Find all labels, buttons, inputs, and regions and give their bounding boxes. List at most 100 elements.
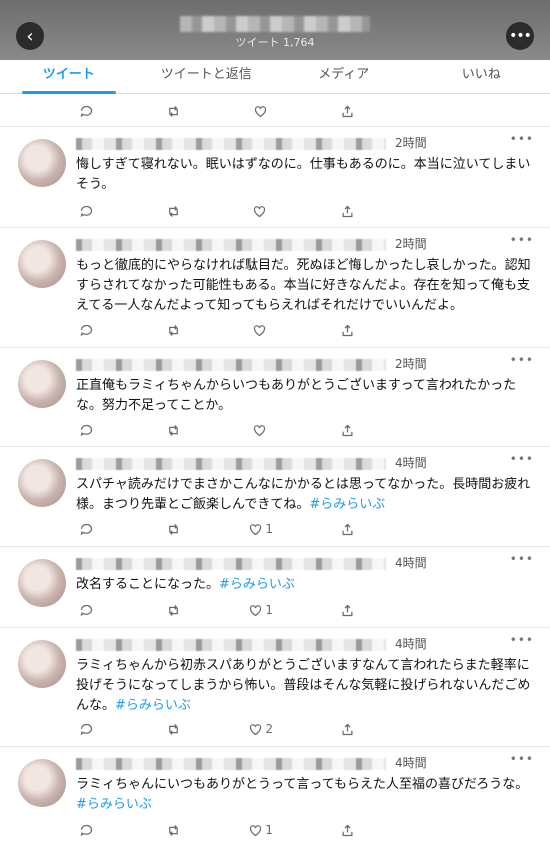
retweet-button[interactable] [159, 719, 187, 739]
retweet-button[interactable] [159, 820, 187, 840]
avatar[interactable] [18, 559, 66, 607]
share-button[interactable] [334, 101, 362, 121]
reply-icon [79, 323, 94, 338]
reply-button[interactable] [72, 719, 100, 739]
author-name-blurred [76, 359, 386, 371]
author-name-blurred [76, 639, 386, 651]
more-button[interactable]: ••• [506, 22, 534, 50]
like-button[interactable] [247, 420, 275, 440]
tab-tweets[interactable]: ツイート [0, 60, 138, 93]
profile-name-blurred [180, 16, 370, 32]
tweet-menu-icon[interactable]: ••• [510, 452, 534, 466]
share-icon [340, 423, 355, 438]
like-count: 1 [265, 603, 273, 617]
retweet-button[interactable] [159, 420, 187, 440]
retweet-icon [166, 522, 181, 537]
author-name-blurred [76, 138, 386, 150]
like-count: 2 [265, 722, 273, 736]
share-button[interactable] [334, 719, 362, 739]
share-icon [340, 522, 355, 537]
tweet-item[interactable]: 4時間 ••• ラミィちゃんにいつもありがとうって言ってもらえた人至福の喜びだろ… [0, 746, 550, 846]
share-button[interactable] [334, 320, 362, 340]
reply-icon [79, 204, 94, 219]
tweet-time: 4時間 [395, 454, 427, 471]
share-button[interactable] [334, 820, 362, 840]
retweet-icon [166, 722, 181, 737]
tweet-count: ツイート 1,764 [0, 34, 550, 50]
share-button[interactable] [334, 201, 362, 221]
avatar[interactable] [18, 640, 66, 688]
like-button[interactable]: 1 [247, 820, 275, 840]
reply-button[interactable] [72, 320, 100, 340]
share-button[interactable] [334, 600, 362, 620]
hashtag-link[interactable]: #らみらいぶ [219, 577, 295, 592]
retweet-button[interactable] [159, 101, 187, 121]
tweet-menu-icon[interactable]: ••• [510, 633, 534, 647]
avatar[interactable] [18, 360, 66, 408]
tab-media[interactable]: メディア [275, 60, 413, 93]
hashtag-link[interactable]: #らみらいぶ [309, 497, 385, 512]
avatar[interactable] [18, 759, 66, 807]
retweet-icon [166, 423, 181, 438]
tab-tweets-and-replies[interactable]: ツイートと返信 [138, 60, 276, 93]
tweet-item[interactable]: 4時間 ••• ラミィちゃんから初赤スパありがとうございますなんて言われたらまた… [0, 627, 550, 746]
author-name-blurred [76, 758, 386, 770]
heart-icon [253, 104, 268, 119]
share-icon [340, 204, 355, 219]
like-button[interactable]: 1 [247, 519, 275, 539]
tweet-time: 4時間 [395, 754, 427, 771]
hashtag-link[interactable]: #らみらいぶ [115, 698, 191, 713]
reply-button[interactable] [72, 600, 100, 620]
like-button[interactable] [247, 101, 275, 121]
like-button[interactable]: 1 [247, 600, 275, 620]
share-button[interactable] [334, 420, 362, 440]
reply-button[interactable] [72, 420, 100, 440]
retweet-button[interactable] [159, 600, 187, 620]
avatar[interactable] [18, 139, 66, 187]
reply-icon [79, 823, 94, 838]
like-button[interactable] [247, 201, 275, 221]
like-button[interactable]: 2 [247, 719, 275, 739]
heart-icon [248, 722, 263, 737]
avatar[interactable] [18, 240, 66, 288]
tweet-menu-icon[interactable]: ••• [510, 132, 534, 146]
more-dots-icon: ••• [509, 28, 531, 44]
tweet-menu-icon[interactable]: ••• [510, 353, 534, 367]
tweet-text: もっと徹底的にやらなければ駄目だ。死ぬほど悔しかったし哀しかった。認知すらされて… [76, 256, 534, 316]
tweet-menu-icon[interactable]: ••• [510, 233, 534, 247]
share-icon [340, 823, 355, 838]
tweet-item[interactable]: 2時間 ••• 悔しすぎて寝れない。眠いはずなのに。仕事もあるのに。本当に泣いて… [0, 126, 550, 227]
retweet-icon [166, 323, 181, 338]
like-count: 1 [265, 522, 273, 536]
tweet-item[interactable]: 2時間 ••• 正直俺もラミィちゃんからいつもありがとうございますって言われたか… [0, 347, 550, 446]
retweet-button[interactable] [159, 320, 187, 340]
reply-icon [79, 522, 94, 537]
avatar[interactable] [18, 459, 66, 507]
share-button[interactable] [334, 519, 362, 539]
tweet-item[interactable]: 4時間 ••• 改名することになった。#らみらいぶ 1 [0, 546, 550, 627]
reply-icon [79, 603, 94, 618]
reply-button[interactable] [72, 101, 100, 121]
tweet-menu-icon[interactable]: ••• [510, 752, 534, 766]
tab-likes[interactable]: いいね [413, 60, 550, 93]
reply-button[interactable] [72, 519, 100, 539]
tweet-text: 悔しすぎて寝れない。眠いはずなのに。仕事もあるのに。本当に泣いてしまいそう。 [76, 155, 534, 195]
tweet-text: スパチャ読みだけでまさかこんなにかかるとは思ってなかった。長時間お疲れ様。まつり… [76, 475, 534, 515]
heart-icon [252, 204, 267, 219]
profile-tabs: ツイート ツイートと返信 メディア いいね [0, 60, 550, 94]
profile-header: ‹ ツイート 1,764 ••• [0, 0, 550, 60]
retweet-button[interactable] [159, 201, 187, 221]
like-button[interactable] [247, 320, 275, 340]
tweet-menu-icon[interactable]: ••• [510, 552, 534, 566]
tweet-text: ラミィちゃんにいつもありがとうって言ってもらえた人至福の喜びだろうな。#らみらい… [76, 775, 534, 815]
reply-button[interactable] [72, 201, 100, 221]
tweet-item[interactable]: 4時間 ••• スパチャ読みだけでまさかこんなにかかるとは思ってなかった。長時間… [0, 446, 550, 546]
hashtag-link[interactable]: #らみらいぶ [76, 797, 152, 812]
share-icon [340, 323, 355, 338]
reply-icon [79, 104, 94, 119]
retweet-icon [166, 823, 181, 838]
retweet-button[interactable] [159, 519, 187, 539]
reply-button[interactable] [72, 820, 100, 840]
share-icon [340, 722, 355, 737]
tweet-item[interactable]: 2時間 ••• もっと徹底的にやらなければ駄目だ。死ぬほど悔しかったし哀しかった… [0, 227, 550, 347]
